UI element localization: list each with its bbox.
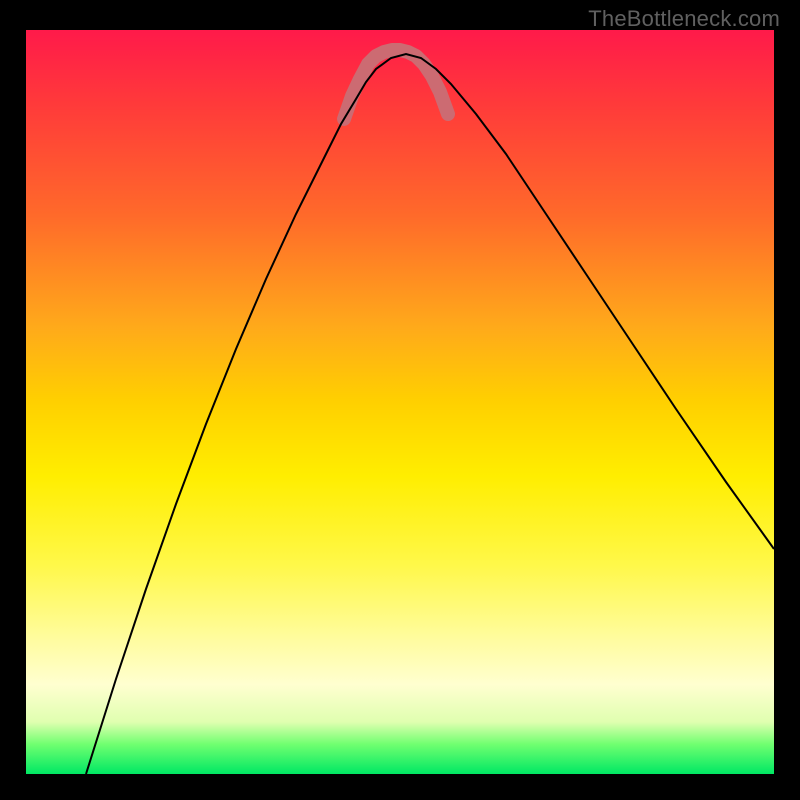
bottleneck-chart: TheBottleneck.com (0, 0, 800, 800)
flat-min-highlight (344, 50, 448, 119)
watermark-text: TheBottleneck.com (588, 6, 780, 32)
curve-overlay (26, 30, 774, 774)
bottleneck-curve (86, 54, 774, 774)
